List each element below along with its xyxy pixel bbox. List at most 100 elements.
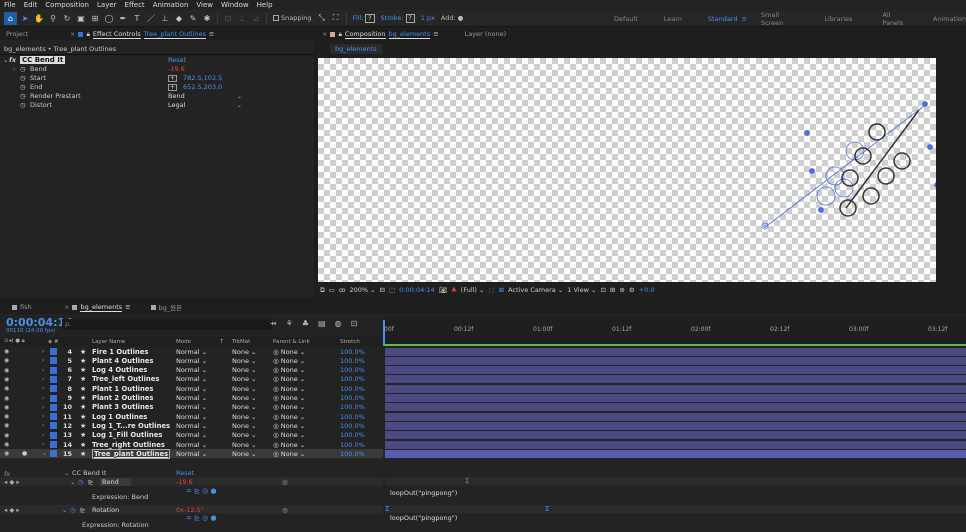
- stopwatch-icon[interactable]: ◷: [20, 65, 26, 73]
- expand-chevron-icon[interactable]: ›: [42, 376, 44, 383]
- trkmat-dropdown[interactable]: None ⌄: [232, 413, 270, 421]
- layer-name[interactable]: Plant 3 Outlines: [92, 403, 153, 411]
- workspace-standard[interactable]: Standard: [708, 15, 738, 23]
- col-parent[interactable]: Parent & Link: [273, 339, 310, 345]
- stopwatch-icon[interactable]: ◷: [20, 101, 26, 109]
- layer-duration-bar[interactable]: [385, 403, 966, 412]
- trkmat-dropdown[interactable]: None ⌄: [232, 366, 270, 374]
- handle-point[interactable]: [818, 207, 824, 213]
- layer-duration-bar[interactable]: [385, 412, 966, 421]
- layer-name[interactable]: Log 1_T...re Outlines: [92, 422, 170, 430]
- stretch-value[interactable]: 100.0%: [340, 413, 365, 421]
- layer-name[interactable]: Tree_left Outlines: [92, 375, 159, 383]
- expression-bend-text[interactable]: loopOut("pingpong"): [390, 489, 457, 497]
- trkmat-dropdown[interactable]: None ⌄: [232, 357, 270, 365]
- trkmat-dropdown[interactable]: None ⌄: [232, 441, 270, 449]
- visibility-eye-icon[interactable]: ◉: [4, 376, 9, 383]
- start-value[interactable]: 782.5,102.5: [183, 74, 222, 82]
- handle-point[interactable]: [934, 182, 937, 188]
- parent-dropdown[interactable]: ◎ None ⌄: [273, 413, 333, 421]
- bend-track[interactable]: Σ: [385, 477, 966, 485]
- parent-dropdown[interactable]: ◎ None ⌄: [273, 348, 333, 356]
- tab-bg-elements[interactable]: × bg_elements ≡: [58, 301, 137, 313]
- tab-fish[interactable]: fish: [6, 301, 58, 313]
- mode-dropdown[interactable]: Normal ⌄: [176, 357, 216, 365]
- trkmat-dropdown[interactable]: None ⌄: [232, 450, 270, 458]
- expand-chevron-icon[interactable]: ›: [42, 404, 44, 411]
- collapse-chevron-icon[interactable]: ⌄: [3, 56, 8, 64]
- visibility-eye-icon[interactable]: ◉: [4, 367, 9, 374]
- workspace-all-panels[interactable]: All Panels: [882, 11, 906, 27]
- stretch-value[interactable]: 100.0%: [340, 348, 365, 356]
- layer-label-color[interactable]: [50, 431, 57, 439]
- current-time[interactable]: 0:00:04:14: [399, 286, 435, 294]
- menu-help[interactable]: Help: [253, 1, 277, 9]
- layer-row[interactable]: ◉ › 4 ★ Fire 1 Outlines Normal ⌄ None ⌄ ◎ None …: [0, 347, 383, 356]
- stretch-value[interactable]: 100.0%: [340, 403, 365, 411]
- local-axis-icon[interactable]: ⊡: [222, 12, 234, 24]
- mode-dropdown[interactable]: Normal ⌄: [176, 422, 216, 430]
- visibility-eye-icon[interactable]: ◉: [4, 404, 9, 411]
- visibility-eye-icon[interactable]: ◉: [4, 357, 9, 364]
- layer-row[interactable]: ◉ › 8 ★ Plant 1 Outlines Normal ⌄ None ⌄ ◎ None…: [0, 384, 383, 393]
- menu-window[interactable]: Window: [217, 1, 253, 9]
- col-trkmat[interactable]: TrkMat: [232, 339, 250, 345]
- work-area-bar[interactable]: [383, 344, 966, 346]
- comp-mini-flowchart-icon[interactable]: ⇸: [270, 319, 277, 328]
- rotation-track[interactable]: Σ Σ: [385, 505, 966, 513]
- fast-preview-icon[interactable]: ⬚: [488, 286, 494, 294]
- pan-behind-tool-icon[interactable]: ⊞: [89, 12, 101, 24]
- eraser-tool-icon[interactable]: ◆: [173, 12, 185, 24]
- layer-duration-bar[interactable]: [385, 366, 966, 375]
- layer-row[interactable]: ◉ › 11 ★ Log 1 Outlines Normal ⌄ None ⌄ ◎ None …: [0, 412, 383, 421]
- col-layer-name[interactable]: Layer Name: [92, 339, 125, 345]
- trkmat-dropdown[interactable]: None ⌄: [232, 403, 270, 411]
- shape-tool-icon[interactable]: ◯: [103, 12, 115, 24]
- close-icon[interactable]: ×: [70, 30, 75, 38]
- trkmat-dropdown[interactable]: None ⌄: [232, 348, 270, 356]
- stretch-value[interactable]: 100.0%: [340, 366, 365, 374]
- visibility-eye-icon[interactable]: ◉: [4, 441, 9, 448]
- transparency-grid-icon[interactable]: ⊠: [499, 286, 504, 294]
- render-prestart-dropdown[interactable]: Bend ⌄: [168, 92, 242, 100]
- always-preview-icon[interactable]: ⧉: [320, 286, 325, 295]
- workspace-small-screen[interactable]: Small Screen: [761, 11, 794, 27]
- snap-grid-icon[interactable]: ⛶: [330, 12, 342, 24]
- expand-chevron-icon[interactable]: ›: [42, 422, 44, 429]
- visibility-eye-icon[interactable]: ◉: [4, 432, 9, 439]
- lock-icon[interactable]: 🔒︎: [338, 30, 341, 39]
- visibility-eye-icon[interactable]: ◉: [4, 413, 9, 420]
- hand-tool-icon[interactable]: ✋: [33, 12, 45, 24]
- parent-dropdown[interactable]: ◎ None ⌄: [273, 450, 333, 458]
- fill-control[interactable]: Fill:?: [353, 13, 375, 23]
- handle-point[interactable]: [809, 168, 815, 174]
- handle-point[interactable]: [922, 101, 928, 107]
- expand-chevron-icon[interactable]: ›: [13, 65, 16, 73]
- menu-effect[interactable]: Effect: [121, 1, 149, 9]
- toggle-pixel-aspect-icon[interactable]: ⊡: [600, 286, 605, 294]
- visibility-eye-icon[interactable]: ◉: [4, 450, 9, 457]
- workspace-default[interactable]: Default: [614, 15, 638, 23]
- layer-row[interactable]: ◉ › 9 ★ Plant 2 Outlines Normal ⌄ None ⌄ ◎ None…: [0, 394, 383, 403]
- stroke-width-value[interactable]: 1 px: [421, 14, 435, 22]
- panel-menu-icon[interactable]: ≡: [209, 30, 214, 38]
- snapshot-icon[interactable]: 📷︎: [439, 286, 447, 294]
- camera-dropdown[interactable]: Active Camera ⌄: [508, 286, 563, 294]
- collapse-chevron-icon[interactable]: ⌄: [70, 478, 75, 486]
- trkmat-dropdown[interactable]: None ⌄: [232, 385, 270, 393]
- layer-label-color[interactable]: [50, 394, 57, 402]
- panel-menu-icon[interactable]: ≡: [125, 303, 130, 311]
- mode-dropdown[interactable]: Normal ⌄: [176, 375, 216, 383]
- workspace-learn[interactable]: Learn: [664, 15, 682, 23]
- menu-layer[interactable]: Layer: [93, 1, 121, 9]
- layer-name[interactable]: Tree_right Outlines: [92, 441, 165, 449]
- region-icon[interactable]: ⬚: [389, 286, 395, 294]
- render-icon[interactable]: ⊞: [610, 286, 615, 294]
- visibility-eye-icon[interactable]: ◉: [4, 385, 9, 392]
- stopwatch-icon[interactable]: ◷: [78, 478, 84, 486]
- brush-tool-icon[interactable]: ／: [145, 12, 157, 24]
- parent-pickwhip-icon[interactable]: ◎: [282, 478, 288, 486]
- layer-label-color[interactable]: [50, 441, 57, 448]
- layer-duration-bar[interactable]: [385, 347, 966, 356]
- motion-blur-icon[interactable]: ◍: [335, 319, 342, 328]
